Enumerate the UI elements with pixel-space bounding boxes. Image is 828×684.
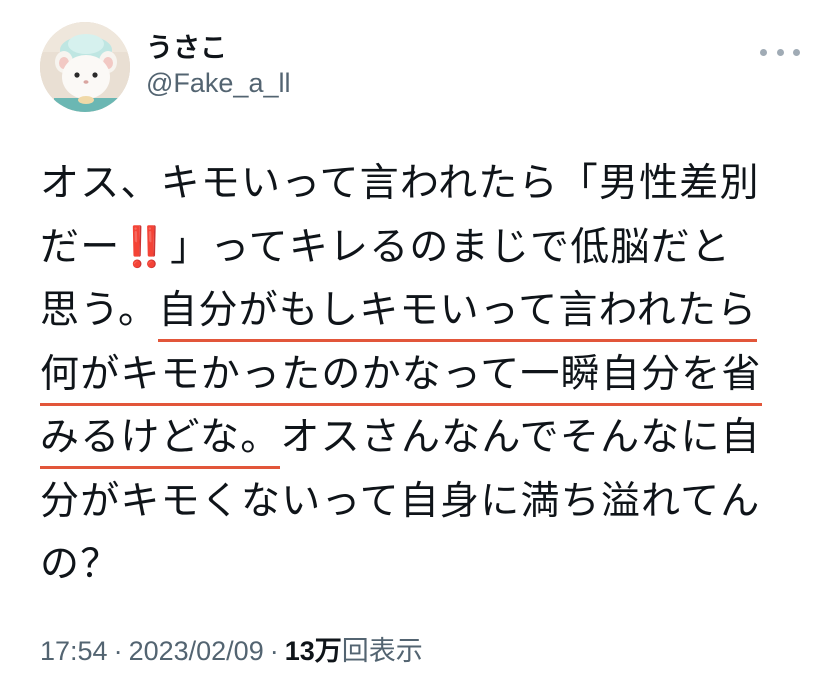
tweet-meta: 17:54 · 2023/02/09 · 13万回表示 [40, 634, 423, 669]
tweet-date[interactable]: 2023/02/09 [129, 636, 264, 666]
tweet-line: の？ [40, 533, 800, 597]
views-count[interactable]: 13万 [285, 636, 342, 666]
meta-separator: · [269, 636, 279, 666]
more-horizontal-icon[interactable] [760, 40, 800, 64]
underlined-text: 自分がもしキモいって言われたら [158, 288, 758, 342]
avatar[interactable] [40, 22, 130, 112]
tweet-text-segment: オスさんなんでそんなに自 [280, 415, 761, 460]
underlined-text: 何がキモかったのかなって一瞬自分を省 [40, 351, 762, 406]
avatar-image [40, 22, 130, 112]
tweet-line: だー‼️」ってキレるのまじで低脳だと [40, 216, 800, 280]
tweet-text-segment: 」ってキレるのまじで低脳だと [170, 224, 732, 270]
tweet-text-segment: オス、キモいって言われたら「男性差別 [40, 161, 760, 206]
views-label[interactable]: 回表示 [342, 636, 423, 667]
tweet-line: 何がキモかったのかなって一瞬自分を省 [40, 343, 800, 407]
tweet-line: 思う。自分がもしキモいって言われたら [40, 279, 800, 343]
user-handle[interactable]: @Fake_a_ll [146, 66, 290, 100]
tweet-header: うさこ @Fake_a_ll [40, 22, 800, 114]
underlined-text: みるけどな。 [40, 415, 281, 469]
user-names: うさこ @Fake_a_ll [146, 32, 290, 100]
more-dot [776, 48, 784, 56]
tweet-text: オス、キモいって言われたら「男性差別 だー‼️」ってキレるのまじで低脳だと 思う… [40, 152, 800, 597]
tweet-line: オス、キモいって言われたら「男性差別 [40, 152, 800, 216]
tweet-text-segment: 思う。 [40, 288, 159, 333]
more-dot [760, 48, 767, 56]
tweet-line: 分がキモくないって自身に満ち溢れてん [40, 470, 800, 534]
tweet-text-segment: 分がキモくないって自身に満ち溢れてん [40, 478, 761, 524]
double-exclamation-emoji: ‼️ [120, 224, 171, 270]
tweet-text-segment: だー [40, 224, 121, 270]
more-dot [793, 48, 800, 56]
tweet-time[interactable]: 17:54 [40, 636, 108, 666]
tweet-line: みるけどな。オスさんなんでそんなに自 [40, 406, 800, 470]
meta-separator: · [113, 636, 123, 666]
display-name[interactable]: うさこ [146, 32, 290, 66]
tweet-text-segment: の？ [40, 542, 121, 587]
